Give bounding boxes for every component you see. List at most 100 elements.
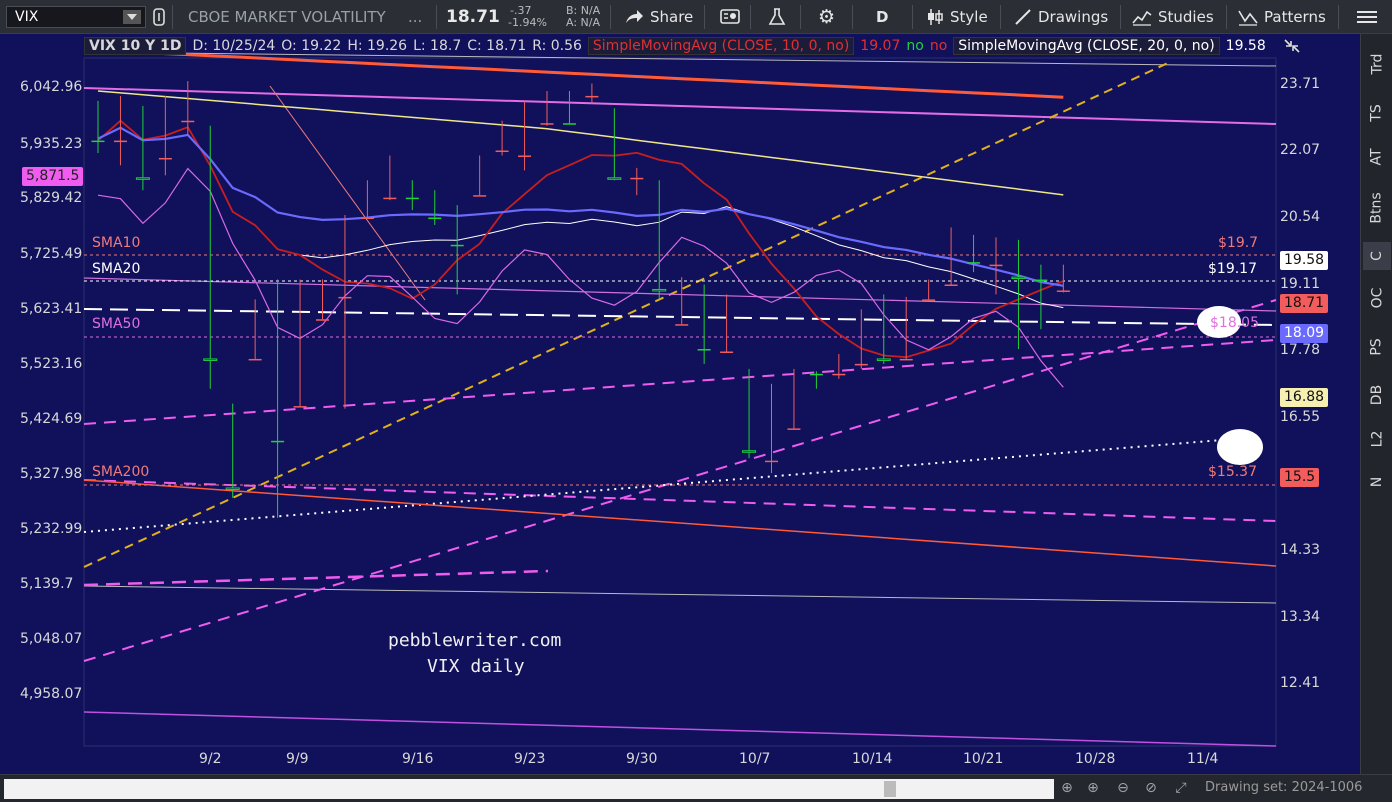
candle-body: [585, 95, 599, 98]
side-tab-label: TS: [1368, 104, 1385, 122]
price-chart[interactable]: [0, 34, 1360, 774]
x-axis-label: 10/14: [852, 751, 893, 767]
crosshair-icon[interactable]: ⊕: [1058, 780, 1076, 798]
candle-body: [1034, 279, 1048, 282]
x-axis-label: 9/23: [514, 751, 546, 767]
side-tab-l2[interactable]: L2: [1363, 425, 1391, 453]
patterns-button[interactable]: Patterns: [1238, 0, 1326, 34]
side-tab-db[interactable]: DB: [1363, 381, 1391, 409]
symbol-dropdown-icon[interactable]: [123, 10, 141, 24]
side-tab-btns[interactable]: Btns: [1363, 192, 1391, 224]
side-tab-trd[interactable]: Trd: [1363, 50, 1391, 78]
collapse-icon[interactable]: [1282, 36, 1302, 56]
pan-icon[interactable]: ⊘: [1142, 780, 1160, 798]
description-more[interactable]: ...: [408, 0, 422, 34]
chart-title[interactable]: VIX 10 Y 1D: [84, 36, 187, 55]
side-tab-ts[interactable]: TS: [1363, 99, 1391, 127]
candle-body: [293, 406, 307, 408]
left-axis-label: 5,139.7: [20, 576, 74, 592]
candle-body: [765, 460, 778, 463]
studies-button[interactable]: Studies: [1132, 0, 1214, 34]
bar-high: H: 19.26: [347, 37, 408, 54]
price-1917-label: $19.17: [1208, 261, 1257, 277]
zoom-in-icon[interactable]: ⊕: [1084, 780, 1102, 798]
sma10-line-label: SMA10: [92, 235, 141, 251]
candle-body: [675, 324, 689, 326]
reset-icon[interactable]: ⤢: [1172, 780, 1190, 798]
candle-body: [854, 363, 868, 366]
candle-body: [1011, 276, 1026, 280]
side-tab-label: OC: [1368, 287, 1385, 309]
menu-icon[interactable]: [1356, 0, 1378, 34]
sma200-line-label: SMA200: [92, 464, 150, 480]
share-label: Share: [650, 8, 694, 26]
candles-icon: [928, 9, 943, 25]
left-axis-label: 5,623.41: [20, 301, 83, 317]
drawing-set-label[interactable]: Drawing set: 2024-1006: [1205, 780, 1362, 795]
candle-body: [944, 284, 958, 287]
symbol-description: CBOE MARKET VOLATILITY: [188, 8, 386, 26]
x-axis-label: 9/9: [286, 751, 309, 767]
x-axis-label: 10/21: [963, 751, 1004, 767]
bar-close: C: 18.71: [467, 37, 527, 54]
sma50-price-tag: 18.09: [1280, 324, 1329, 343]
style-label: Style: [950, 8, 988, 26]
symbol-input[interactable]: VIX: [6, 6, 146, 28]
left-axis-label: 5,048.07: [20, 631, 83, 647]
horizontal-scrollbar[interactable]: [4, 779, 1054, 799]
drawings-button[interactable]: Drawings: [1014, 0, 1108, 34]
candle-body: [428, 217, 442, 220]
candle-body: [91, 140, 105, 143]
chart-area[interactable]: [0, 34, 1360, 774]
sma10-study-label[interactable]: SimpleMovingAvg (CLOSE, 10, 0, no): [587, 36, 855, 55]
side-tab-n[interactable]: N: [1363, 468, 1391, 496]
news-icon[interactable]: [720, 0, 740, 34]
last-price-tag: 18.71: [1280, 294, 1329, 313]
candle-body: [809, 373, 823, 376]
candle-body: [652, 288, 667, 292]
share-button[interactable]: Share: [624, 0, 693, 34]
right-axis-label: 17.78: [1280, 342, 1321, 358]
candle-body: [518, 155, 532, 157]
left-axis-label: 5,327.98: [20, 466, 83, 482]
period-selector[interactable]: D: [876, 0, 888, 34]
period-label: D: [876, 8, 889, 26]
side-tab-label: Btns: [1369, 192, 1386, 224]
right-axis-label: 12.41: [1280, 675, 1321, 691]
ask: A: N/A: [566, 16, 600, 29]
candle-body: [450, 244, 464, 247]
share-icon: [626, 10, 643, 23]
candle-body: [697, 349, 711, 351]
x-axis-label: 10/7: [739, 751, 771, 767]
sma20-study-label[interactable]: SimpleMovingAvg (CLOSE, 20, 0, no): [953, 36, 1220, 55]
right-axis-label: 20.54: [1280, 209, 1321, 225]
last-price: 18.71: [446, 7, 500, 27]
sma50-line-label: SMA50: [92, 316, 141, 332]
side-tab-ps[interactable]: PS: [1363, 333, 1391, 361]
right-axis-label: 23.71: [1280, 76, 1321, 92]
side-tab-label: DB: [1368, 384, 1385, 406]
side-tab-c[interactable]: C: [1363, 242, 1391, 270]
zoom-out-icon[interactable]: ⊖: [1114, 780, 1132, 798]
left-axis-label: 6,042.96: [20, 79, 83, 95]
candle-body: [630, 177, 644, 180]
candle-body: [562, 123, 576, 125]
price-1537-label: $15.37: [1208, 464, 1257, 480]
left-axis-label: 5,523.16: [20, 356, 83, 372]
link-icon[interactable]: [152, 0, 166, 34]
side-tab-at[interactable]: AT: [1363, 143, 1391, 171]
sma20-price-tag: 19.58: [1280, 251, 1329, 270]
style-button[interactable]: Style: [926, 0, 988, 34]
candle-body: [607, 177, 622, 180]
scrollbar-thumb[interactable]: [884, 781, 896, 797]
side-tab-oc[interactable]: OC: [1363, 284, 1391, 312]
candle-body: [495, 150, 509, 153]
flask-icon[interactable]: [768, 0, 786, 34]
right-axis-label: 14.33: [1280, 542, 1321, 558]
gear-icon[interactable]: ⚙: [818, 0, 835, 34]
left-axis-label: 5,424.69: [20, 411, 83, 427]
candle-body: [181, 120, 195, 123]
candle-body: [922, 299, 936, 301]
candle-body: [248, 358, 262, 361]
watermark-site: pebblewriter.com: [388, 630, 562, 651]
